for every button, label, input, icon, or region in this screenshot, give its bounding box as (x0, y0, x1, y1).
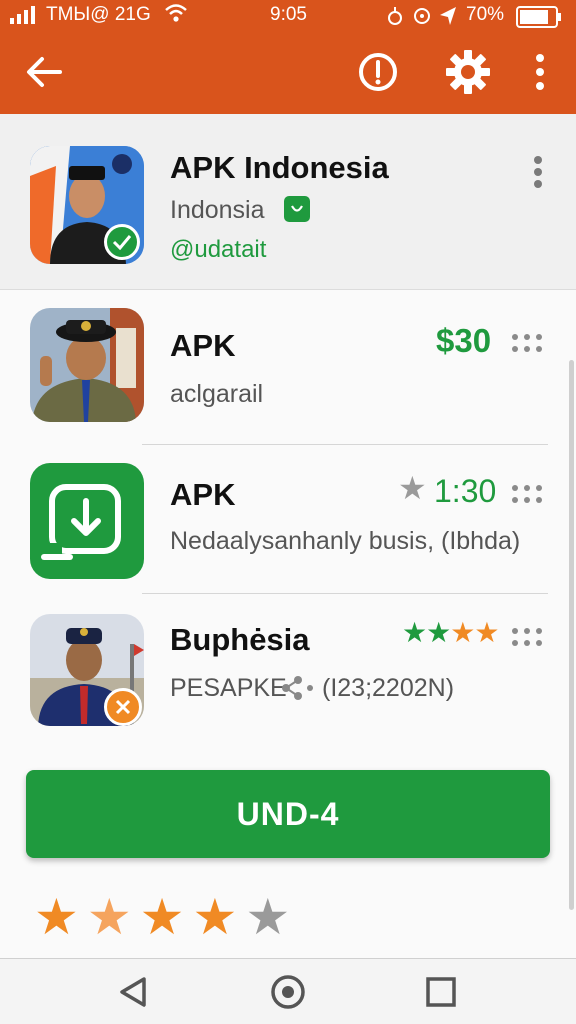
info-icon (359, 53, 397, 91)
scrollbar[interactable] (569, 360, 574, 910)
star-icon[interactable]: ★ (87, 888, 132, 948)
item-subtitle: aclgarail (170, 380, 264, 408)
star-icon: ★ (450, 617, 475, 648)
item-subtitle-right: (I23;2202N) (322, 674, 455, 702)
star-icon[interactable]: ★ (34, 888, 79, 948)
settings-button[interactable] (440, 44, 496, 100)
cancel-badge-icon (104, 688, 142, 726)
item-more-icon[interactable] (512, 334, 546, 354)
gear-icon (446, 50, 490, 94)
carrier-text: TMЫ@ 21G (46, 4, 151, 25)
app-toolbar (0, 32, 576, 114)
nav-recents-button[interactable] (418, 969, 464, 1015)
profile-subtitle: Indonsia (170, 196, 265, 224)
clock-text: 9:05 (270, 4, 307, 25)
star-icon[interactable]: ★ (192, 888, 237, 948)
item-title: APK (170, 328, 236, 363)
overflow-menu-icon (536, 54, 544, 90)
item-title: Buphėsia (170, 622, 310, 657)
list-item[interactable]: APK Nedaalysanhanly busis, (Ibhda) ★ 1:3… (0, 445, 576, 593)
item-more-icon[interactable] (512, 628, 546, 648)
nav-back-button[interactable] (110, 969, 156, 1015)
item-more-icon[interactable] (512, 485, 546, 505)
profile-header: APK Indonesia Indonsia @udatait (0, 114, 576, 290)
star-icon: ★ (474, 617, 499, 648)
profile-more-button[interactable] (528, 154, 548, 194)
item-avatar (30, 614, 144, 726)
rating-stars[interactable]: ★ ★ ★ ★ ★ (34, 888, 290, 948)
star-icon: ★ (398, 470, 427, 506)
overflow-menu-button[interactable] (512, 44, 568, 100)
alarm-icon (386, 5, 404, 33)
list-item[interactable]: APK aclgarail $30 (0, 290, 576, 444)
item-price: $30 (436, 322, 492, 359)
item-subtitle: Nedaalysanhanly busis, (Ibhda) (170, 527, 521, 555)
chat-badge-icon (284, 196, 310, 222)
info-button[interactable] (350, 44, 406, 100)
signal-icon (10, 6, 44, 24)
recents-square-icon (426, 977, 456, 1007)
list-item[interactable]: Buphėsia PESAPKE (I23;2202N) ★★★★ (0, 594, 576, 744)
share-icon (282, 676, 314, 705)
back-arrow-icon (27, 57, 62, 87)
profile-handle[interactable]: @udatait (170, 236, 266, 264)
status-bar: TMЫ@ 21G 9:05 70% (0, 0, 576, 32)
download-app-icon (30, 463, 144, 579)
star-icon: ★ (402, 617, 427, 648)
wifi-icon (164, 2, 188, 30)
verified-badge-icon (104, 224, 140, 260)
item-title: APK (170, 477, 236, 512)
back-button[interactable] (16, 44, 72, 100)
battery-text: 70% (466, 4, 505, 25)
back-triangle-icon (120, 977, 146, 1007)
home-circle-icon (271, 975, 305, 1009)
more-vertical-icon (534, 156, 542, 188)
star-icon[interactable]: ★ (140, 888, 185, 948)
location-icon (438, 5, 458, 33)
profile-title: APK Indonesia (170, 150, 389, 185)
primary-action-button[interactable]: UND-4 (26, 770, 550, 858)
battery-icon (516, 6, 562, 34)
item-avatar (30, 308, 144, 422)
nav-home-button[interactable] (265, 969, 311, 1015)
star-icon: ★ (426, 617, 451, 648)
item-time: 1:30 (434, 473, 497, 509)
system-nav-bar (0, 958, 576, 1024)
profile-avatar[interactable] (30, 146, 144, 264)
item-rating-stars: ★★★★ (402, 616, 499, 649)
rotate-icon (412, 5, 432, 33)
item-subtitle-left: PESAPKE (170, 674, 287, 702)
star-icon[interactable]: ★ (245, 888, 290, 948)
